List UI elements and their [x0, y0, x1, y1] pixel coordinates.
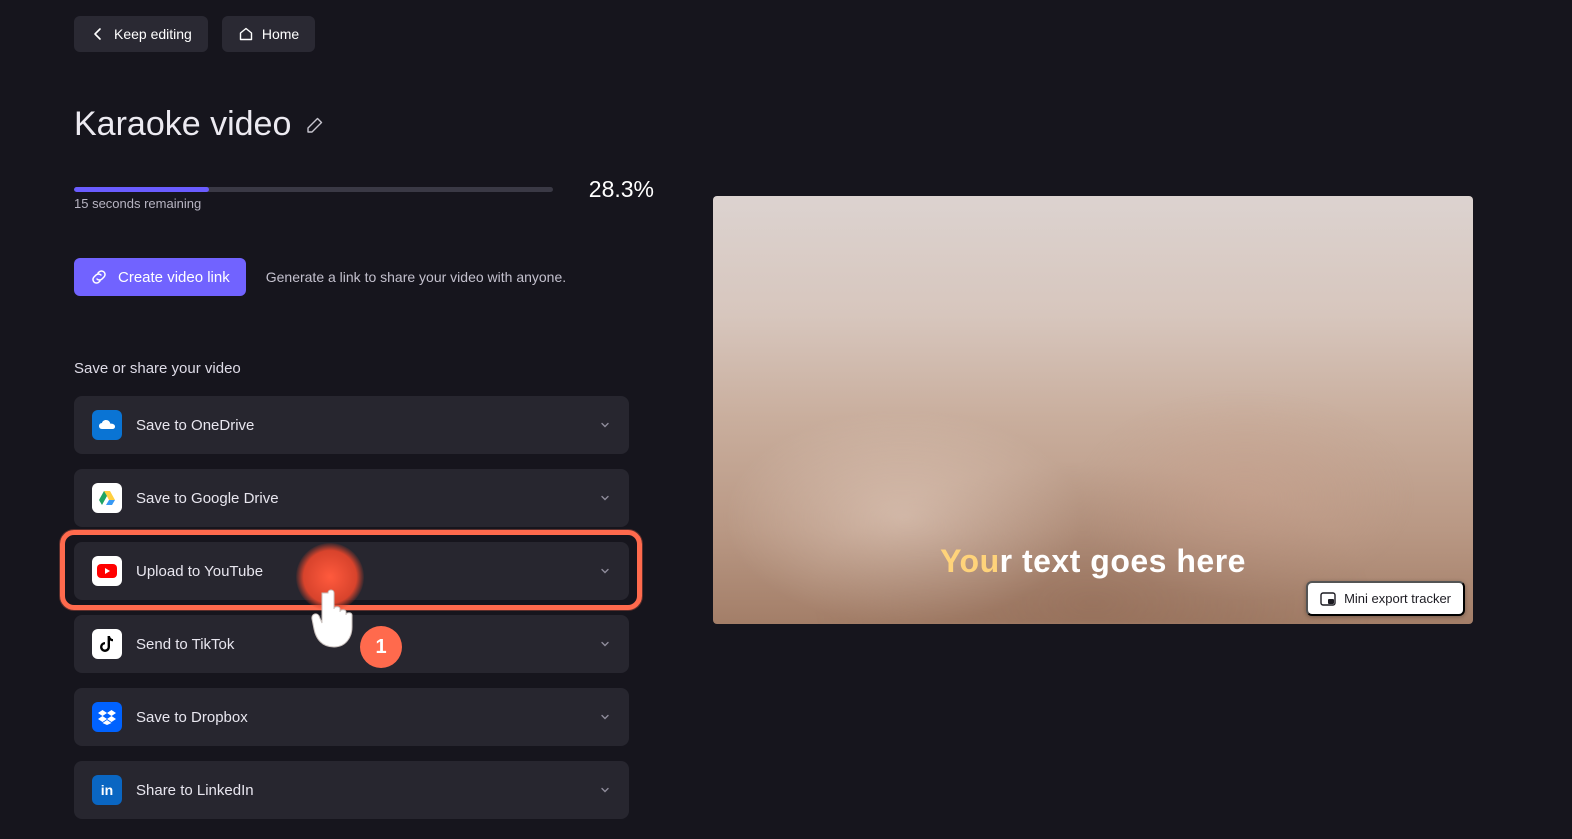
video-preview: Your text goes here Mini export tracker — [713, 196, 1473, 624]
home-button[interactable]: Home — [222, 16, 315, 52]
arrow-left-icon — [90, 26, 106, 42]
edit-title-icon[interactable] — [305, 115, 325, 135]
preview-overlay-accent: You — [940, 543, 1000, 579]
onedrive-icon — [92, 410, 122, 440]
youtube-icon — [92, 556, 122, 586]
home-label: Home — [262, 26, 299, 42]
pip-icon — [1320, 592, 1336, 606]
create-video-link-button[interactable]: Create video link — [74, 258, 246, 296]
keep-editing-label: Keep editing — [114, 26, 192, 42]
chevron-down-icon — [599, 638, 611, 650]
chevron-down-icon — [599, 565, 611, 577]
preview-overlay-rest: r text goes here — [1000, 543, 1246, 579]
share-item-label: Save to Google Drive — [136, 490, 279, 507]
export-progress-fill — [74, 187, 209, 192]
mini-tracker-label: Mini export tracker — [1344, 591, 1451, 606]
share-item-onedrive[interactable]: Save to OneDrive — [74, 396, 629, 454]
share-item-label: Upload to YouTube — [136, 563, 263, 580]
google-drive-icon — [92, 483, 122, 513]
create-video-link-label: Create video link — [118, 269, 230, 286]
preview-overlay-text: Your text goes here — [713, 543, 1473, 580]
annotation-step-badge: 1 — [360, 626, 402, 668]
linkedin-icon: in — [92, 775, 122, 805]
share-item-tiktok[interactable]: Send to TikTok — [74, 615, 629, 673]
annotation-click-target — [296, 543, 364, 611]
share-section-label: Save or share your video — [74, 360, 241, 377]
share-item-label: Save to OneDrive — [136, 417, 254, 434]
share-item-label: Share to LinkedIn — [136, 782, 254, 799]
export-progress-bar — [74, 187, 553, 192]
export-remaining: 15 seconds remaining — [74, 196, 201, 211]
keep-editing-button[interactable]: Keep editing — [74, 16, 208, 52]
share-item-label: Save to Dropbox — [136, 709, 248, 726]
home-icon — [238, 26, 254, 42]
link-description: Generate a link to share your video with… — [266, 269, 566, 285]
share-item-label: Send to TikTok — [136, 636, 234, 653]
export-percent: 28.3% — [589, 176, 654, 203]
mini-export-tracker-button[interactable]: Mini export tracker — [1306, 581, 1465, 616]
share-item-dropbox[interactable]: Save to Dropbox — [74, 688, 629, 746]
project-title: Karaoke video — [74, 105, 291, 144]
dropbox-icon — [92, 702, 122, 732]
chevron-down-icon — [599, 492, 611, 504]
chevron-down-icon — [599, 784, 611, 796]
share-item-google-drive[interactable]: Save to Google Drive — [74, 469, 629, 527]
share-item-linkedin[interactable]: in Share to LinkedIn — [74, 761, 629, 819]
tiktok-icon — [92, 629, 122, 659]
chevron-down-icon — [599, 419, 611, 431]
chevron-down-icon — [599, 711, 611, 723]
link-icon — [90, 268, 108, 286]
